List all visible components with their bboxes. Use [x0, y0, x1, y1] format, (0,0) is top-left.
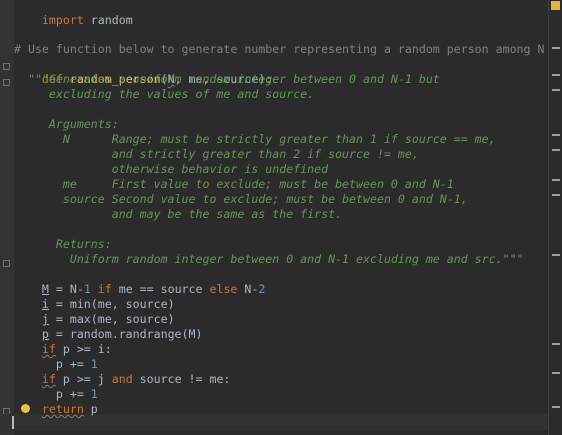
number: 1	[83, 282, 91, 296]
docstring-line: otherwise behavior is undefined	[14, 162, 329, 176]
keyword: if	[41, 372, 56, 386]
docstring-line: me First value to exclude; must be betwe…	[14, 177, 454, 191]
stripe-mark[interactable]	[552, 406, 560, 408]
code-line: if p >= i:	[14, 342, 112, 357]
stripe-mark[interactable]	[552, 149, 560, 151]
code-line: i = min(me, source)	[14, 297, 175, 312]
docstring-line: source Second value to exclude; must be …	[14, 192, 468, 206]
keyword: and	[111, 372, 133, 386]
code-line: j = max(me, source)	[14, 312, 175, 327]
text-caret	[12, 416, 14, 429]
expr: = min(me, source)	[48, 297, 175, 311]
status-indicator-icon[interactable]	[551, 1, 560, 10]
docstring-line: excluding the values of me and source.	[14, 87, 315, 101]
docstring-line: and may be the same as the first.	[14, 207, 343, 221]
var: M	[41, 282, 49, 296]
expr: = random.randrange(M)	[48, 327, 203, 341]
docstring-line: N Range; must be strictly greater than 1…	[14, 132, 496, 146]
docstring-line: Arguments:	[14, 117, 119, 131]
error-stripe[interactable]	[548, 0, 562, 435]
docstring-line: and strictly greater than 2 if source !=…	[14, 147, 419, 161]
expr: p >= j	[55, 372, 112, 386]
keyword: if	[97, 282, 112, 296]
expr: = N-	[48, 282, 84, 296]
fold-icon[interactable]	[3, 63, 10, 70]
stripe-mark[interactable]	[552, 74, 560, 76]
code-line: p = random.randrange(M)	[14, 327, 203, 342]
docstring-line: """Generates a uniform random integer be…	[14, 72, 440, 86]
fold-icon[interactable]	[3, 79, 10, 86]
code-line: p += 1	[14, 387, 98, 402]
code-editor[interactable]: import random # Use function below to ge…	[14, 0, 549, 435]
docstring-line: Returns:	[14, 237, 112, 251]
expr: p >= i:	[55, 342, 112, 356]
expr: me == source	[111, 282, 210, 296]
stripe-mark[interactable]	[552, 254, 560, 256]
var: p	[41, 327, 49, 341]
var: i	[41, 297, 49, 311]
module-name: random	[83, 13, 133, 27]
code-line: import random	[14, 0, 133, 27]
stripe-mark[interactable]	[552, 179, 560, 181]
expr: source != me:	[132, 372, 231, 386]
keyword: if	[41, 342, 56, 356]
stripe-mark[interactable]	[552, 89, 560, 91]
keyword: import	[41, 13, 84, 27]
number: 1	[90, 357, 98, 371]
keyword: else	[209, 282, 238, 296]
number: 1	[90, 387, 98, 401]
stripe-mark[interactable]	[552, 343, 560, 345]
code-line: M = N-1 if me == source else N-2	[14, 282, 265, 297]
code-line: p += 1	[14, 357, 98, 372]
expr: p +=	[41, 387, 91, 401]
var: j	[41, 312, 49, 326]
intention-bulb-icon[interactable]	[21, 404, 30, 413]
stripe-mark[interactable]	[552, 134, 560, 136]
code-line: def random_person(N, me, source):	[14, 57, 272, 86]
expr: p +=	[41, 357, 91, 371]
stripe-mark[interactable]	[552, 372, 560, 374]
keyword: return	[41, 402, 84, 416]
editor-gutter	[0, 0, 14, 435]
expr: = max(me, source)	[48, 312, 175, 326]
stripe-mark[interactable]	[552, 194, 560, 196]
docstring-line: Uniform random integer between 0 and N-1…	[14, 252, 524, 266]
expr: N-	[237, 282, 259, 296]
fold-icon[interactable]	[3, 260, 10, 267]
code-comment: # Use function below to generate number …	[14, 42, 545, 56]
stripe-mark[interactable]	[552, 47, 560, 49]
expr: p	[83, 402, 98, 416]
number: 2	[258, 282, 266, 296]
code-line: if p >= j and source != me:	[14, 372, 231, 387]
